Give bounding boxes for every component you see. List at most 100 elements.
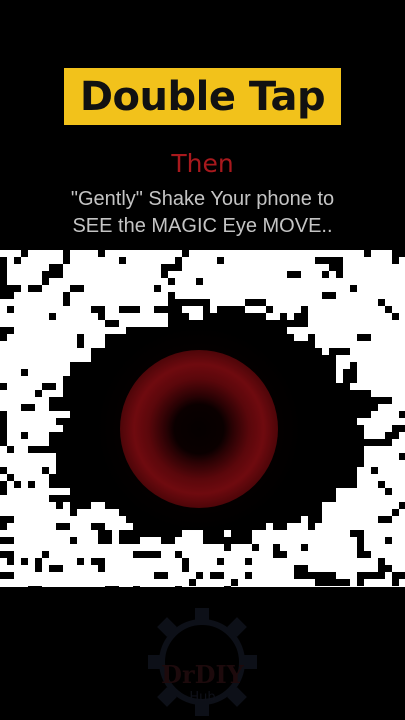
noise-block: [161, 313, 168, 327]
noise-block: [350, 579, 357, 587]
noise-block: [182, 278, 189, 285]
noise-block: [210, 299, 217, 313]
noise-block: [189, 586, 196, 587]
noise-block: [371, 299, 378, 306]
noise-block: [371, 411, 378, 418]
noise-block: [182, 579, 189, 586]
noise-block: [14, 537, 21, 544]
noise-block: [378, 271, 392, 278]
noise-block: [322, 264, 329, 271]
noise-block: [266, 579, 273, 586]
noise-block: [98, 544, 105, 558]
noise-block: [133, 271, 140, 285]
noise-block: [378, 278, 399, 285]
noise-block: [336, 334, 350, 341]
noise-block: [119, 313, 126, 327]
noise-block: [35, 334, 56, 341]
noise-block: [343, 285, 350, 292]
noise-block: [378, 306, 385, 313]
noise-block: [336, 369, 343, 383]
noise-block: [7, 488, 14, 495]
noise-block: [182, 292, 196, 299]
noise-block: [175, 292, 182, 299]
noise-block: [7, 579, 14, 586]
noise-block: [287, 306, 294, 320]
noise-block: [154, 586, 161, 587]
noise-block: [119, 565, 126, 572]
noise-block: [140, 313, 161, 327]
noise-block: [0, 320, 7, 327]
noise-block: [84, 572, 91, 586]
noise-block: [119, 278, 126, 285]
noise-block: [21, 418, 28, 425]
noise-block: [63, 558, 77, 565]
noise-block: [28, 327, 35, 334]
noise-block: [0, 544, 7, 551]
noise-block: [210, 565, 217, 572]
noise-block: [322, 327, 329, 334]
noise-block: [70, 579, 77, 587]
noise-block: [0, 355, 7, 362]
noise-block: [28, 502, 35, 516]
noise-block: [196, 264, 203, 278]
noise-block: [98, 586, 105, 587]
noise-block: [84, 334, 105, 348]
instruction-line-2: SEE the MAGIC Eye MOVE..: [72, 215, 333, 237]
noise-block: [28, 376, 49, 383]
noise-block: [140, 257, 154, 264]
noise-block: [280, 271, 287, 278]
noise-block: [203, 264, 217, 271]
noise-block: [238, 292, 245, 306]
noise-block: [56, 348, 77, 355]
noise-block: [371, 362, 392, 369]
noise-block: [343, 362, 350, 369]
noise-block: [392, 460, 399, 467]
noise-block: [14, 439, 21, 446]
noise-block: [84, 523, 91, 530]
noise-block: [21, 390, 35, 397]
noise-block: [84, 530, 91, 544]
noise-block: [42, 348, 49, 355]
noise-block: [119, 551, 133, 558]
title-banner: Double Tap: [64, 68, 341, 125]
noise-block: [336, 586, 343, 587]
noise-block: [224, 530, 231, 537]
noise-block: [42, 264, 49, 271]
noise-block: [21, 327, 28, 334]
noise-block: [308, 271, 315, 278]
noise-block: [175, 544, 189, 551]
noise-block: [91, 544, 98, 558]
noise-block: [91, 579, 105, 586]
noise-block: [294, 537, 308, 544]
noise-block: [154, 579, 161, 586]
noise-block: [21, 516, 35, 523]
noise-block: [77, 320, 84, 334]
noise-block: [364, 362, 371, 369]
noise-block: [21, 278, 28, 285]
noise-block: [21, 551, 28, 558]
noise-block: [56, 257, 63, 264]
noise-block: [63, 355, 84, 362]
noise-block: [21, 586, 28, 587]
noise-block: [28, 278, 42, 285]
noise-block: [14, 551, 21, 565]
noise-block: [378, 257, 392, 264]
noise-block: [154, 257, 175, 264]
noise-block: [161, 579, 168, 586]
noise-block: [49, 502, 56, 509]
noise-block: [56, 320, 63, 327]
noise-block: [392, 586, 399, 587]
noise-block: [371, 551, 392, 558]
noise-block: [280, 544, 301, 551]
noise-block: [35, 467, 42, 474]
noise-block: [42, 579, 49, 586]
noise-block: [49, 551, 56, 558]
noise-block: [140, 264, 161, 271]
noise-block: [399, 418, 405, 425]
noise-block: [35, 502, 49, 509]
noise-block: [224, 257, 238, 264]
noise-block: [399, 341, 405, 348]
noise-block: [343, 551, 350, 558]
noise-block: [399, 558, 405, 572]
noise-block: [161, 551, 175, 558]
